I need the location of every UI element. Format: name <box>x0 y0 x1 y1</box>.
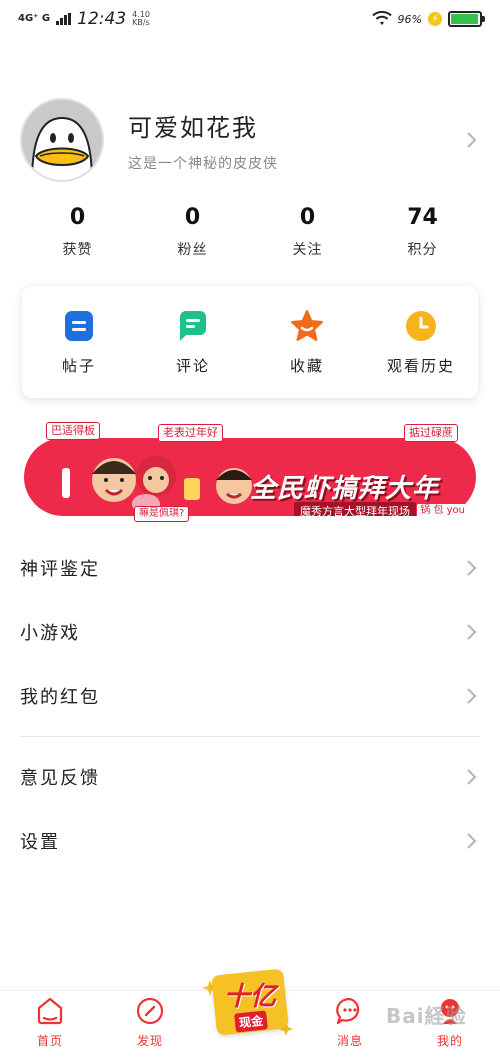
quick-action-posts[interactable]: 帖子 <box>22 286 136 398</box>
quick-action-label: 评论 <box>175 356 210 375</box>
menu-item-feedback[interactable]: 意见反馈 <box>20 745 480 809</box>
wifi-icon <box>371 11 392 25</box>
message-icon <box>336 997 360 1025</box>
chevron-right-icon <box>467 560 477 576</box>
nav-home[interactable]: 首页 <box>0 991 100 1057</box>
profile-header[interactable]: 可爱如花我 这是一个神秘的皮皮侠 <box>20 95 480 185</box>
nav-label: 消息 <box>336 1034 363 1048</box>
promo-cash-button[interactable]: 十亿 现金 <box>202 962 298 1046</box>
star-icon <box>291 309 323 341</box>
chevron-right-icon <box>467 833 477 849</box>
banner-tag: 掂过碌蔗 <box>404 424 458 442</box>
chevron-right-icon <box>467 688 477 704</box>
menu-item-settings[interactable]: 设置 <box>20 809 480 873</box>
banner-background: 全民虾搞拜大年 魔秀方言大型拜年现场 <box>24 438 476 516</box>
divider <box>20 736 480 737</box>
watermark: Bai経验 <box>386 1004 467 1028</box>
banner-tag: 老表过年好 <box>158 424 223 442</box>
banner-tag: 巴适得板 <box>46 422 100 440</box>
network-indicator: 4G⁺ G <box>18 13 51 24</box>
stat-value: 0 <box>184 205 201 230</box>
stat-likes[interactable]: 0 获赞 <box>20 205 135 259</box>
menu-item-red-packets[interactable]: 我的红包 <box>20 664 480 728</box>
nav-label: 我的 <box>436 1034 463 1048</box>
menu-item-label: 我的红包 <box>20 687 100 708</box>
avatar[interactable] <box>20 98 104 182</box>
nav-label: 首页 <box>36 1034 63 1048</box>
menu-item-label: 神评鉴定 <box>20 559 100 580</box>
banner-subtitle: 魔秀方言大型拜年现场 <box>294 502 416 516</box>
nav-discover[interactable]: 发现 <box>100 991 200 1057</box>
menu-item-label: 小游戏 <box>20 623 80 644</box>
stat-value: 74 <box>407 205 438 230</box>
chevron-right-icon <box>467 769 477 785</box>
compass-icon <box>136 997 164 1025</box>
user-bio: 这是一个神秘的皮皮侠 <box>128 155 278 172</box>
battery-percent: 96% <box>397 12 422 26</box>
menu-item-label: 设置 <box>20 832 60 853</box>
home-icon <box>37 997 63 1025</box>
nav-label: 发现 <box>136 1034 163 1048</box>
stat-points[interactable]: 74 积分 <box>365 205 480 259</box>
nav-messages[interactable]: 消息 <box>300 991 400 1057</box>
charging-icon: ⚡ <box>428 12 442 26</box>
banner-title: 全民虾搞拜大年 <box>250 474 440 504</box>
stat-fans[interactable]: 0 粉丝 <box>135 205 250 259</box>
quick-action-label: 收藏 <box>289 356 324 375</box>
signal-icon <box>56 13 72 25</box>
banner-badge: 锅 包 you <box>417 504 468 518</box>
chevron-right-icon <box>467 132 477 148</box>
promo-main-text: 十亿 <box>223 982 276 1012</box>
banner-tag: 嘛是佩琪? <box>134 506 190 522</box>
stats-row: 0 获赞 0 粉丝 0 关注 74 积分 <box>20 205 480 259</box>
menu-item-label: 意见反馈 <box>20 768 100 789</box>
clock-icon <box>406 310 436 341</box>
clock: 12:43 <box>77 9 127 29</box>
post-icon <box>65 310 93 341</box>
status-bar: 4G⁺ G 12:43 4.10 KB/s 96% ⚡ <box>0 0 500 38</box>
chevron-right-icon <box>467 624 477 640</box>
stat-value: 0 <box>299 205 316 230</box>
stat-label: 积分 <box>407 242 438 258</box>
comment-icon <box>180 310 206 341</box>
quick-action-label: 帖子 <box>61 356 96 375</box>
stat-value: 0 <box>69 205 86 230</box>
quick-action-comments[interactable]: 评论 <box>136 286 250 398</box>
settings-menu: 神评鉴定 小游戏 我的红包 意见反馈 设置 <box>20 536 480 873</box>
avatar-face-icon <box>22 100 102 180</box>
quick-actions-card: 帖子 评论 收藏 观看历史 <box>22 286 478 398</box>
menu-item-comment-appraisal[interactable]: 神评鉴定 <box>20 536 480 600</box>
battery-icon <box>448 11 485 27</box>
promo-sub-text: 现金 <box>234 1010 268 1033</box>
stat-following[interactable]: 0 关注 <box>250 205 365 259</box>
net-speed-unit: KB/s <box>132 18 150 27</box>
quick-action-favorites[interactable]: 收藏 <box>250 286 364 398</box>
stat-label: 获赞 <box>62 242 93 258</box>
quick-action-history[interactable]: 观看历史 <box>364 286 478 398</box>
stat-label: 粉丝 <box>177 242 208 258</box>
quick-action-label: 观看历史 <box>386 356 455 375</box>
username: 可爱如花我 <box>128 113 258 142</box>
menu-item-mini-games[interactable]: 小游戏 <box>20 600 480 664</box>
promo-banner[interactable]: 全民虾搞拜大年 魔秀方言大型拜年现场 巴适得板 老表过年好 掂过碌蔗 嘛是佩琪?… <box>24 420 476 524</box>
stat-label: 关注 <box>292 242 323 258</box>
banner-illustration <box>62 456 252 514</box>
